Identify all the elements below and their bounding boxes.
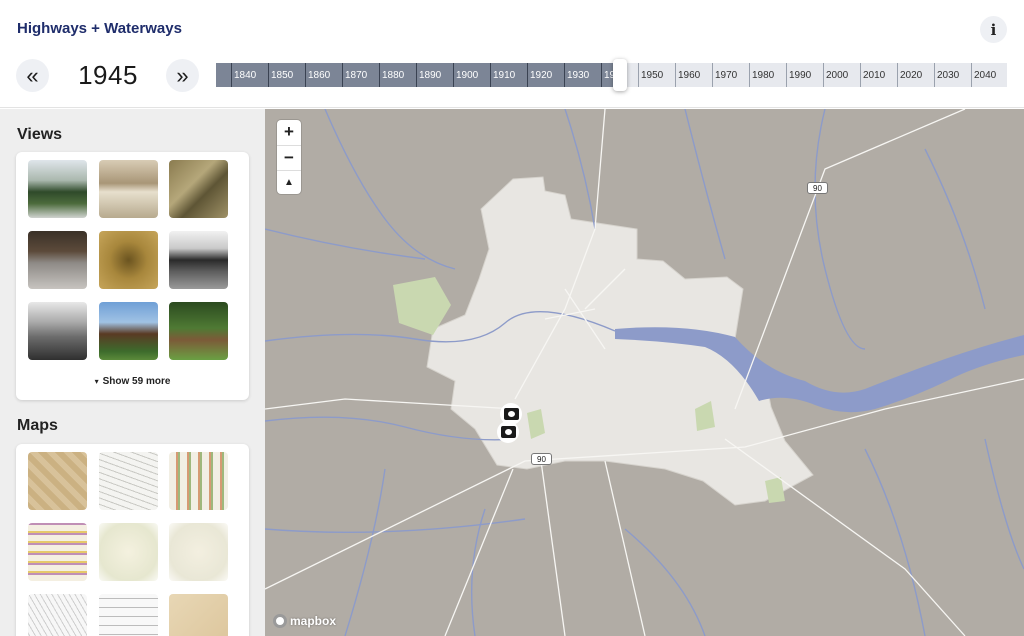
timeline-tick[interactable]: 1920 xyxy=(527,63,564,87)
view-thumbnail[interactable] xyxy=(169,302,228,360)
timeline-tick[interactable]: 2030 xyxy=(934,63,971,87)
views-title: Views xyxy=(17,126,63,143)
photo-marker[interactable] xyxy=(497,421,519,443)
header: Highways + Waterways i « 1945 » 1840 1850… xyxy=(0,0,1024,108)
mapbox-logo[interactable]: mapbox xyxy=(273,614,336,628)
timeline-tick[interactable]: 2040 xyxy=(971,63,1008,87)
previous-year-button[interactable]: « xyxy=(16,59,49,92)
compass-button[interactable]: ▲ xyxy=(277,170,301,194)
timeline-tick[interactable]: 1900 xyxy=(453,63,490,87)
map-thumbnail[interactable] xyxy=(99,594,158,636)
timeline-tick[interactable]: 1840 xyxy=(231,63,268,87)
camera-icon xyxy=(503,408,519,420)
timeline-tick[interactable]: 1990 xyxy=(786,63,823,87)
highway-shield: 90 xyxy=(531,453,552,465)
view-thumbnail[interactable] xyxy=(169,231,228,289)
timeline-tick[interactable]: 1880 xyxy=(379,63,416,87)
zoom-out-button[interactable]: − xyxy=(277,145,301,169)
highway-shield: 90 xyxy=(807,182,828,194)
map-thumbnail[interactable] xyxy=(169,452,228,510)
timeline-tick[interactable]: 1890 xyxy=(416,63,453,87)
timeline-tick[interactable]: 1850 xyxy=(268,63,305,87)
zoom-control: + − ▲ xyxy=(277,120,301,194)
map-thumbnail[interactable] xyxy=(28,452,87,510)
view-thumbnail[interactable] xyxy=(28,302,87,360)
views-card: ▾ Show 59 more xyxy=(16,152,249,400)
next-year-button[interactable]: » xyxy=(166,59,199,92)
city-area xyxy=(426,176,814,506)
timeline-tick[interactable]: 1860 xyxy=(305,63,342,87)
double-chevron-right-icon: » xyxy=(176,62,189,88)
map-view[interactable]: + − ▲ 90 90 mapbox xyxy=(265,109,1024,636)
timeline-tick[interactable]: 1980 xyxy=(749,63,786,87)
camera-icon xyxy=(500,426,516,438)
timeline-tick[interactable]: 2020 xyxy=(897,63,934,87)
mapbox-icon xyxy=(273,614,287,628)
view-thumbnail[interactable] xyxy=(169,160,228,218)
map-thumbnail[interactable] xyxy=(28,523,87,581)
timeline-tick[interactable]: 1910 xyxy=(490,63,527,87)
plus-icon: + xyxy=(284,122,294,141)
timeline-tick[interactable]: 1870 xyxy=(342,63,379,87)
timeline-tick[interactable]: 1970 xyxy=(712,63,749,87)
app-title: Highways + Waterways xyxy=(17,20,182,37)
map-thumbnail[interactable] xyxy=(99,523,158,581)
minus-icon: − xyxy=(284,147,294,167)
info-button[interactable]: i xyxy=(980,16,1007,43)
map-thumbnail[interactable] xyxy=(169,523,228,581)
timeline-handle[interactable] xyxy=(612,59,627,91)
current-year: 1945 xyxy=(78,60,138,90)
map-thumbnail[interactable] xyxy=(99,452,158,510)
view-thumbnail[interactable] xyxy=(99,302,158,360)
map-thumbnail[interactable] xyxy=(169,594,228,636)
view-thumbnail[interactable] xyxy=(99,160,158,218)
mapbox-label: mapbox xyxy=(290,614,337,628)
maps-title: Maps xyxy=(17,417,58,434)
view-thumbnail[interactable] xyxy=(28,160,87,218)
timeline-tick[interactable]: 1960 xyxy=(675,63,712,87)
maps-card xyxy=(16,444,249,636)
view-thumbnail[interactable] xyxy=(99,231,158,289)
map-canvas xyxy=(265,109,1024,636)
timeline-tick[interactable]: 2010 xyxy=(860,63,897,87)
map-thumbnail[interactable] xyxy=(28,594,87,636)
view-thumbnail[interactable] xyxy=(28,231,87,289)
zoom-in-button[interactable]: + xyxy=(277,120,301,144)
double-chevron-left-icon: « xyxy=(26,62,39,88)
timeline-tick[interactable]: 1930 xyxy=(564,63,601,87)
show-more-button[interactable]: ▾ Show 59 more xyxy=(16,376,249,387)
caret-down-icon: ▾ xyxy=(94,377,99,386)
sidebar: Views ▾ Show 59 more Maps xyxy=(0,109,265,636)
show-more-label: Show 59 more xyxy=(102,376,171,387)
info-icon: i xyxy=(990,20,997,39)
timeline-slider[interactable]: 1840 1850 1860 1870 1880 1890 1900 1910 1920 1930… xyxy=(216,63,1007,87)
timeline-tick[interactable]: 2000 xyxy=(823,63,860,87)
compass-icon: ▲ xyxy=(284,177,294,188)
timeline-tick[interactable]: 1950 xyxy=(638,63,675,87)
